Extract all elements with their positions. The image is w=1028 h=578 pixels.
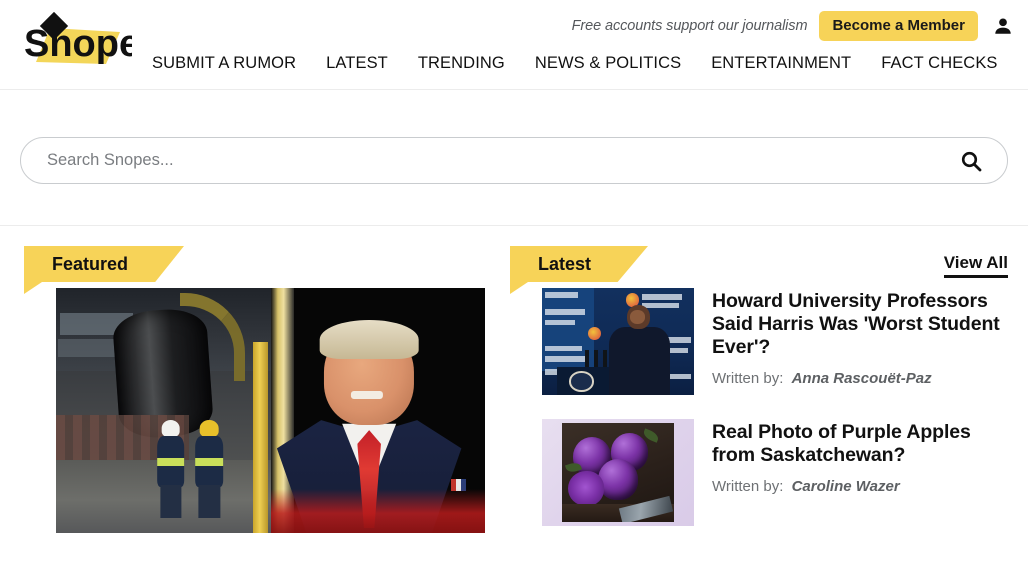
nav-item-fact-checks[interactable]: FACT CHECKS (881, 53, 997, 73)
nav-item-entertainment[interactable]: ENTERTAINMENT (711, 53, 851, 73)
steel-mill-photo-half (56, 288, 271, 533)
latest-column: Latest View All Howard University Profes… (500, 226, 1028, 550)
nav-item-news-and-politics[interactable]: NEWS & POLITICS (535, 53, 681, 73)
article-thumbnail (542, 288, 694, 395)
member-tagline: Free accounts support our journalism (571, 18, 808, 34)
main-navigation: SUBMIT A RUMOR LATEST TRENDING NEWS & PO… (152, 53, 1028, 73)
latest-ribbon: Latest (510, 246, 648, 294)
latest-ribbon-label: Latest (538, 254, 592, 274)
search-icon (961, 151, 982, 171)
search-section (0, 90, 1028, 226)
article-title[interactable]: Real Photo of Purple Apples from Saskatc… (712, 421, 1008, 467)
article-text: Howard University Professors Said Harris… (712, 288, 1008, 388)
nav-item-latest[interactable]: LATEST (326, 53, 388, 73)
portrait-photo-half (270, 288, 485, 533)
list-item[interactable]: Howard University Professors Said Harris… (510, 288, 1028, 419)
snopes-logo[interactable]: Snopes (20, 12, 132, 74)
article-thumbnail (542, 419, 694, 526)
featured-column: Featured (0, 226, 500, 550)
member-area: Free accounts support our journalism Bec… (572, 11, 1014, 41)
featured-article-image (56, 288, 485, 533)
search-bar[interactable] (20, 137, 1008, 184)
account-person-icon[interactable] (992, 15, 1014, 37)
featured-article-card[interactable] (24, 288, 500, 533)
svg-text:Snopes: Snopes (24, 23, 132, 65)
snopes-logo-icon: Snopes (24, 12, 132, 65)
worker-figure (155, 420, 187, 519)
search-input[interactable] (21, 138, 949, 183)
byline-prefix: Written by: (712, 370, 784, 387)
article-author[interactable]: Anna Rascouët-Paz (792, 370, 932, 387)
list-item[interactable]: Real Photo of Purple Apples from Saskatc… (510, 419, 1028, 550)
latest-header-row: Latest View All (510, 226, 1028, 294)
featured-ribbon-label: Featured (52, 254, 129, 274)
view-all-link[interactable]: View All (943, 252, 1008, 278)
main-content: Featured Latest View All Howard Universi… (0, 226, 1028, 550)
featured-header-row: Featured (24, 226, 500, 294)
site-header: Snopes Free accounts support our journal… (0, 0, 1028, 90)
become-a-member-button[interactable]: Become a Member (819, 11, 978, 41)
article-author[interactable]: Caroline Wazer (792, 478, 900, 495)
byline-prefix: Written by: (712, 478, 784, 495)
article-byline: Written by: Caroline Wazer (712, 478, 1008, 496)
search-submit-button[interactable] (949, 149, 1007, 173)
article-title[interactable]: Howard University Professors Said Harris… (712, 290, 1008, 359)
article-text: Real Photo of Purple Apples from Saskatc… (712, 419, 1008, 496)
nav-item-submit-a-rumor[interactable]: SUBMIT A RUMOR (152, 53, 296, 73)
article-byline: Written by: Anna Rascouët-Paz (712, 370, 1008, 388)
featured-ribbon: Featured (24, 246, 184, 294)
worker-figure (193, 420, 225, 519)
nav-item-trending[interactable]: TRENDING (418, 53, 505, 73)
